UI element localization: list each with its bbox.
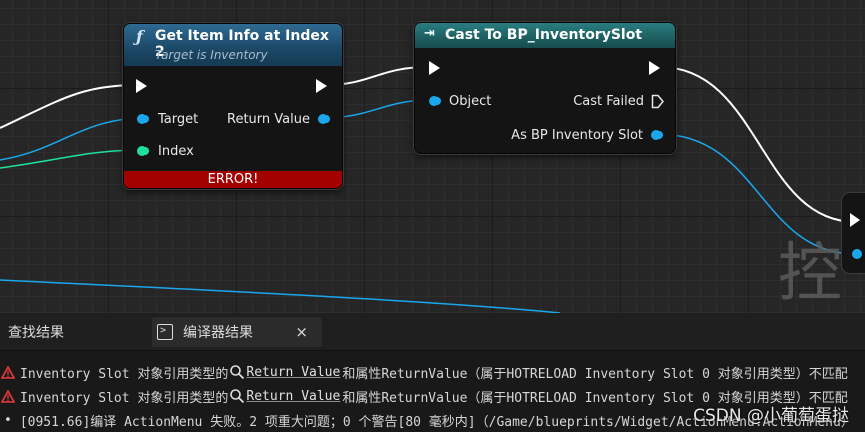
compiler-results-icon: >	[157, 324, 173, 340]
pin-as-inventory-slot[interactable]: As BP Inventory Slot	[511, 125, 661, 145]
node-header[interactable]: ƒ Get Item Info at Index 2 Target is Inv…	[124, 24, 342, 66]
tab-label: 查找结果	[8, 325, 64, 341]
log-text-post: 和属性ReturnValue（属于HOTRELOAD Inventory Slo…	[342, 366, 848, 382]
pin-cast-failed[interactable]: Cast Failed	[573, 91, 664, 111]
log-line-error[interactable]: Inventory Slot 对象引用类型的 Return Value 和属性R…	[0, 361, 848, 383]
int-wire-in	[0, 149, 141, 169]
node-title: Cast To BP_InventorySlot	[445, 27, 643, 43]
blueprint-graph[interactable]: 控件 ƒ Get Item Info at Index 2 Target is …	[0, 0, 865, 313]
function-icon: ƒ	[136, 27, 143, 46]
pin-label-return-value: Return Value	[227, 111, 310, 127]
pin-label-object: Object	[449, 93, 492, 109]
log-text-pre: Inventory Slot 对象引用类型的	[20, 366, 229, 382]
object-wire-in	[0, 117, 141, 161]
tab-find-results[interactable]: 查找结果	[8, 317, 64, 347]
pin-label-target: Target	[158, 111, 199, 127]
pin-return-value[interactable]: Return Value	[227, 109, 328, 129]
pin-label-as-slot: As BP Inventory Slot	[511, 127, 643, 143]
node-cast-to-inventory-slot[interactable]: ⇥ Cast To BP_InventorySlot Object Cast F…	[414, 22, 676, 154]
object-pin-icon[interactable]	[429, 96, 439, 106]
exec-out-pin[interactable]	[649, 61, 660, 75]
exec-out-hollow-pin-icon[interactable]	[651, 94, 664, 109]
object-in-pin-icon[interactable]	[852, 249, 862, 259]
exec-in-pin[interactable]	[429, 61, 440, 75]
object-pin-icon[interactable]	[137, 114, 147, 124]
warning-triangle-icon	[1, 389, 15, 403]
int-pin-icon[interactable]	[137, 146, 147, 156]
tab-compiler-results[interactable]: > 编译器结果 ×	[152, 317, 322, 347]
exec-out-pin[interactable]	[316, 79, 327, 93]
error-label: ERROR!	[207, 172, 259, 187]
log-text-pre: Inventory Slot 对象引用类型的	[20, 390, 229, 406]
search-icon[interactable]	[229, 388, 245, 404]
pin-target[interactable]: Target	[137, 109, 198, 129]
tab-label: 编译器结果	[183, 325, 253, 341]
object-wire-bottom	[0, 279, 561, 313]
results-panel: 查找结果 > 编译器结果 × Inventory Slot 对象引用类型的 Re…	[0, 313, 865, 432]
pin-label-index: Index	[158, 143, 194, 159]
search-icon[interactable]	[229, 364, 245, 380]
node-partial-right[interactable]	[842, 193, 865, 273]
cast-icon: ⇥	[424, 26, 435, 41]
error-bar: ERROR!	[124, 171, 342, 188]
pin-object[interactable]: Object	[429, 91, 491, 111]
pin-label-cast-failed: Cast Failed	[573, 93, 644, 109]
exec-in-pin-icon[interactable]	[850, 213, 860, 227]
bullet-icon: •	[4, 412, 12, 428]
panel-tab-bar: 查找结果 > 编译器结果 ×	[0, 313, 865, 351]
close-icon[interactable]: ×	[295, 323, 308, 341]
node-get-item-info[interactable]: ƒ Get Item Info at Index 2 Target is Inv…	[123, 23, 343, 189]
exec-in-pin[interactable]	[136, 79, 147, 93]
exec-wire-2-3	[659, 66, 857, 223]
csdn-watermark: CSDN @小葡萄蛋挞	[693, 406, 849, 426]
warning-triangle-icon	[1, 365, 15, 379]
object-pin-icon[interactable]	[651, 130, 661, 140]
pin-index[interactable]: Index	[137, 141, 194, 161]
node-subtitle: Target is Inventory	[155, 48, 268, 62]
log-link-return-value[interactable]: Return Value	[246, 365, 340, 380]
node-header[interactable]: ⇥ Cast To BP_InventorySlot	[415, 23, 675, 48]
log-link-return-value[interactable]: Return Value	[246, 389, 340, 404]
object-pin-icon[interactable]	[318, 114, 328, 124]
